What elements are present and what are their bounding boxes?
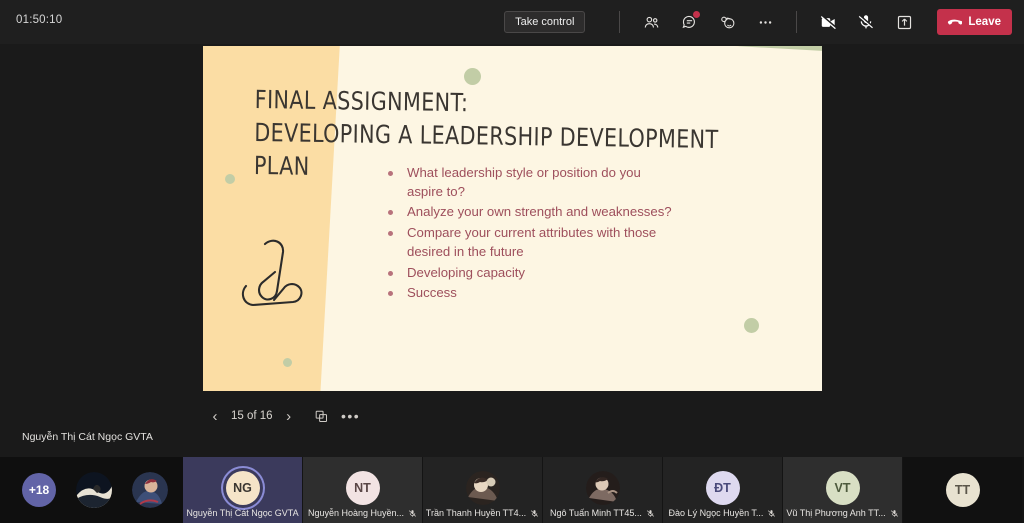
- participant-tile[interactable]: ĐT Đào Lý Ngọc Huyền T...: [663, 457, 783, 523]
- leave-label: Leave: [968, 16, 1001, 28]
- participant-name: Ngô Tuấn Minh TT45...: [550, 508, 642, 518]
- participant-name: Nguyễn Hoàng Huyền...: [307, 508, 405, 518]
- avatar: NT: [345, 471, 380, 505]
- avatar-initials: NT: [354, 481, 371, 495]
- participant-tile[interactable]: TT: [903, 457, 1023, 523]
- participant-tile-active[interactable]: NG Nguyễn Thị Cát Ngọc GVTA: [183, 457, 303, 523]
- participant-label: Trần Thanh Huyền TT4...: [426, 508, 539, 518]
- avatar[interactable]: [76, 472, 112, 508]
- avatar[interactable]: [132, 472, 168, 508]
- next-slide-button[interactable]: ›: [277, 404, 301, 428]
- list-item: Compare your current attributes with tho…: [380, 224, 680, 261]
- camera-off-icon[interactable]: [813, 7, 843, 37]
- share-icon[interactable]: [889, 7, 919, 37]
- chat-icon[interactable]: [674, 7, 704, 37]
- take-control-button[interactable]: Take control: [504, 11, 586, 33]
- list-item: Developing capacity: [380, 264, 680, 283]
- list-item: Success: [380, 284, 680, 303]
- avatar-initials: ĐT: [714, 481, 731, 495]
- leave-button[interactable]: Leave: [937, 9, 1012, 35]
- toolbar-divider-1: [619, 11, 621, 33]
- slide-more-options-icon[interactable]: •••: [339, 404, 363, 428]
- participant-label: Nguyễn Hoàng Huyền...: [308, 508, 417, 518]
- meeting-top-bar: 01:50:10 Take control Leave: [0, 0, 1024, 44]
- avatar: [465, 471, 500, 505]
- toolbar-divider-2: [796, 11, 798, 33]
- avatar-initials: TT: [954, 483, 971, 497]
- list-item: Analyze your own strength and weaknesses…: [380, 203, 680, 222]
- participant-tile[interactable]: NT Nguyễn Hoàng Huyền...: [303, 457, 423, 523]
- avatar-photo: [76, 472, 112, 508]
- mic-off-icon[interactable]: [851, 7, 881, 37]
- sage-dot-top: [464, 68, 481, 85]
- list-item: What leadership style or position do you…: [380, 164, 680, 201]
- sage-dot-right: [744, 318, 759, 333]
- participant-label: Vũ Thị Phương Anh TT...: [786, 508, 898, 518]
- avatar-initials: VT: [834, 481, 851, 495]
- reactions-icon[interactable]: [712, 7, 742, 37]
- sage-dot-left: [225, 174, 235, 184]
- participant-name: Vũ Thị Phương Anh TT...: [786, 508, 886, 518]
- more-options-icon[interactable]: [750, 7, 780, 37]
- slide-page-indicator: 15 of 16: [231, 410, 273, 422]
- presenter-name-label: Nguyễn Thị Cát Ngọc GVTA: [22, 431, 153, 443]
- teams-meeting-window: 01:50:10 Take control Leave FINAL ASSIGN…: [0, 0, 1024, 523]
- prev-slide-button[interactable]: ‹: [203, 404, 227, 428]
- avatar-photo: [585, 471, 620, 505]
- avatar-initials: NG: [233, 481, 252, 495]
- meeting-stage: FINAL ASSIGNMENT: DEVELOPING A LEADERSHI…: [0, 44, 1024, 457]
- slide-bullet-list: What leadership style or position do you…: [380, 164, 680, 305]
- participant-label: Ngô Tuấn Minh TT45...: [550, 508, 655, 518]
- avatar-photo: [132, 472, 168, 508]
- participant-name: Trần Thanh Huyền TT4...: [425, 508, 527, 518]
- avatar-photo: [465, 471, 500, 505]
- participant-label: Đào Lý Ngọc Huyền T...: [669, 508, 777, 518]
- paperclip-illustration: [241, 239, 303, 307]
- avatar: ĐT: [705, 471, 740, 505]
- people-icon[interactable]: [636, 7, 666, 37]
- mic-off-icon: [890, 509, 899, 518]
- sage-dot-lower: [283, 358, 292, 367]
- mic-off-icon: [530, 509, 539, 518]
- participant-label: Nguyễn Thị Cát Ngọc GVTA: [186, 508, 298, 518]
- mic-off-icon: [767, 509, 776, 518]
- meeting-timer: 01:50:10: [16, 14, 63, 26]
- slide-navigation: ‹ 15 of 16 › •••: [203, 402, 503, 430]
- avatar: [585, 471, 620, 505]
- shared-slide[interactable]: FINAL ASSIGNMENT: DEVELOPING A LEADERSHI…: [203, 46, 822, 391]
- participant-tile[interactable]: VT Vũ Thị Phương Anh TT...: [783, 457, 903, 523]
- participant-name: Nguyễn Thị Cát Ngọc GVTA: [186, 508, 299, 518]
- filmstrip-overflow-group: +18: [0, 457, 183, 523]
- participant-tile[interactable]: Trần Thanh Huyền TT4...: [423, 457, 543, 523]
- avatar: TT: [945, 473, 980, 507]
- chat-unread-badge: [693, 11, 701, 18]
- meeting-controls: Take control Leave: [504, 0, 1012, 44]
- participant-filmstrip: +18 NG Nguyễn Thị Cát Ngọc GVTA NT Nguyễ…: [0, 457, 1024, 523]
- participant-tile[interactable]: Ngô Tuấn Minh TT45...: [543, 457, 663, 523]
- hangup-icon: [948, 19, 963, 25]
- overflow-participants-badge[interactable]: +18: [22, 473, 56, 507]
- mic-off-icon: [646, 509, 655, 518]
- avatar: NG: [225, 471, 260, 505]
- avatar: VT: [825, 471, 860, 505]
- participant-name: Đào Lý Ngọc Huyền T...: [668, 508, 764, 518]
- mic-off-icon: [408, 509, 417, 518]
- slide-thumbnails-icon[interactable]: [309, 404, 335, 428]
